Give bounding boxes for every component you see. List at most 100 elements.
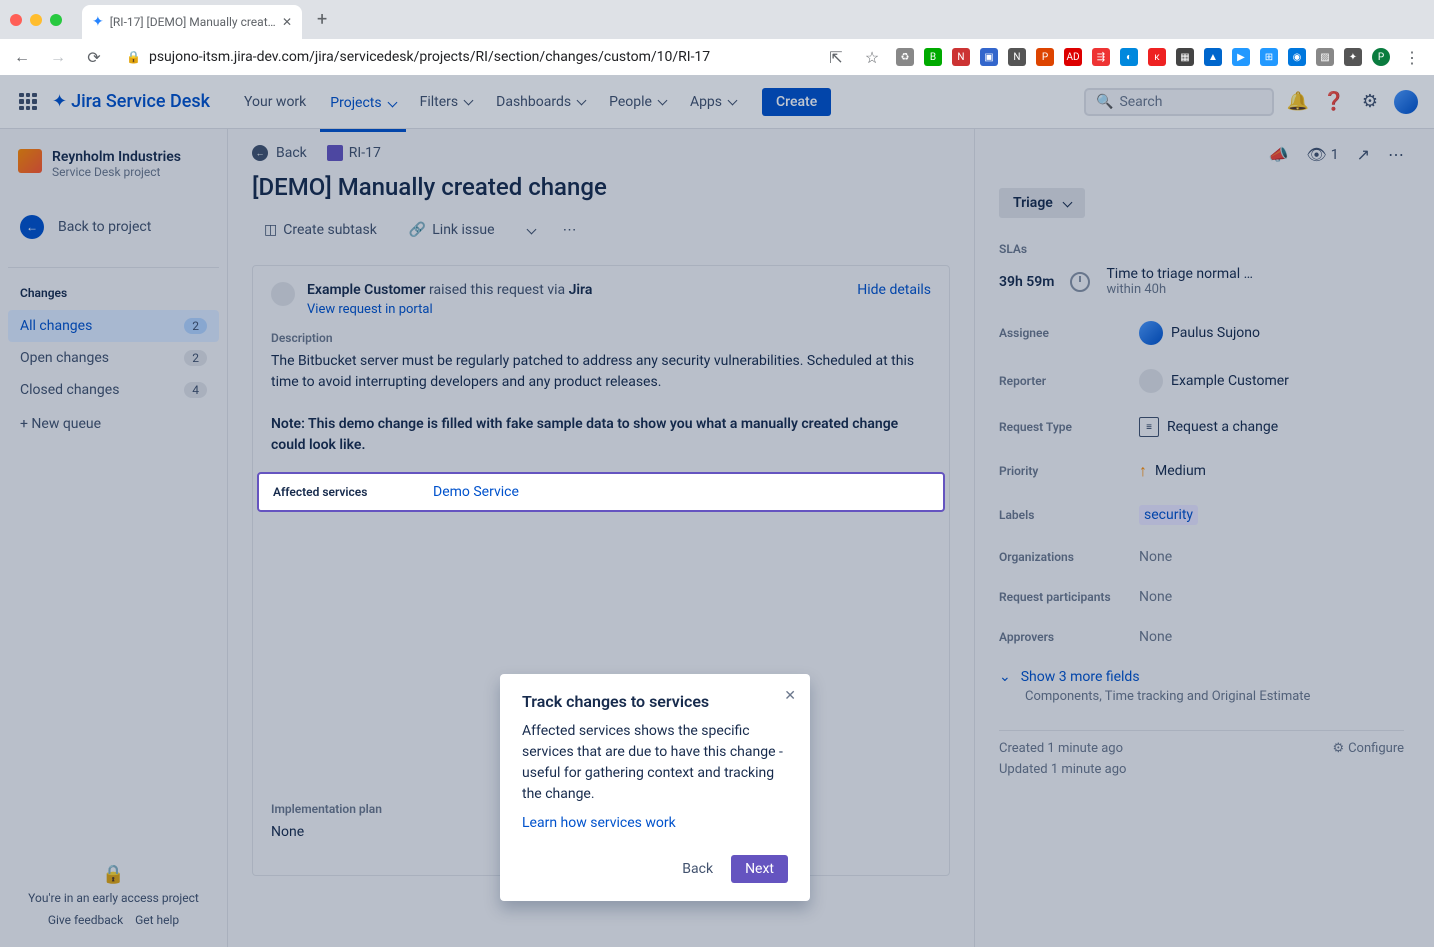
- reload-icon[interactable]: ⟳: [82, 48, 106, 67]
- sla-sub: within 40h: [1106, 282, 1253, 297]
- back-icon[interactable]: ←: [10, 47, 34, 67]
- settings-icon[interactable]: ⚙: [1358, 90, 1382, 114]
- priority-medium-icon: ↑: [1139, 461, 1147, 481]
- assignee-row[interactable]: Assignee Paulus Sujono: [999, 321, 1404, 345]
- affected-services-label: Affected services: [273, 485, 433, 499]
- extensions-puzzle-icon[interactable]: ✦: [1344, 48, 1362, 66]
- ext-icon[interactable]: ⇶: [1092, 48, 1110, 66]
- sla-time: 39h 59m: [999, 274, 1054, 290]
- spotlight-close-icon[interactable]: ✕: [784, 688, 796, 704]
- labels-row[interactable]: Labels security: [999, 505, 1404, 525]
- issue-content: ← Back RI-17 [DEMO] Manually created cha…: [228, 129, 974, 947]
- ext-icon[interactable]: ▣: [980, 48, 998, 66]
- nav-apps[interactable]: Apps: [680, 88, 746, 116]
- queue-all-changes[interactable]: All changes 2: [8, 310, 219, 342]
- spotlight-learn-link[interactable]: Learn how services work: [522, 815, 788, 831]
- share-icon[interactable]: ↗: [1357, 145, 1370, 164]
- ext-icon[interactable]: ⊞: [1260, 48, 1278, 66]
- ext-icon[interactable]: ▦: [1176, 48, 1194, 66]
- issue-title[interactable]: [DEMO] Manually created change: [252, 173, 950, 201]
- help-icon[interactable]: ❓: [1322, 90, 1346, 114]
- request-type-row[interactable]: Request Type ≡Request a change: [999, 417, 1404, 437]
- approvers-row[interactable]: Approvers None: [999, 629, 1404, 645]
- open-external-icon[interactable]: ⇱: [824, 48, 848, 67]
- more-icon[interactable]: ⋯: [1388, 145, 1404, 164]
- new-tab-button[interactable]: +: [317, 9, 327, 30]
- ext-icon[interactable]: ▲: [1204, 48, 1222, 66]
- priority-row[interactable]: Priority ↑Medium: [999, 461, 1404, 481]
- organizations-row[interactable]: Organizations None: [999, 549, 1404, 565]
- more-actions-button[interactable]: ⋯: [553, 215, 587, 245]
- affected-services-row[interactable]: Affected services Demo Service: [257, 472, 945, 512]
- nav-people[interactable]: People: [599, 88, 676, 116]
- product-logo[interactable]: ✦ Jira Service Desk: [52, 91, 210, 112]
- issue-key-link[interactable]: RI-17: [327, 145, 381, 161]
- back-arrow-icon: ←: [20, 215, 44, 239]
- nav-right: 🔍 Search 🔔 ❓ ⚙: [1084, 88, 1418, 116]
- show-more-sub: Components, Time tracking and Original E…: [1025, 689, 1404, 704]
- nav-filters[interactable]: Filters: [410, 88, 483, 116]
- reporter-row[interactable]: Reporter Example Customer: [999, 369, 1404, 393]
- ext-icon[interactable]: AD: [1064, 48, 1082, 66]
- affected-service-link[interactable]: Demo Service: [433, 484, 519, 500]
- watch-button[interactable]: 👁 1: [1306, 145, 1338, 164]
- nav-your-work[interactable]: Your work: [234, 88, 316, 116]
- created-text: Created 1 minute ago: [999, 741, 1123, 756]
- create-button[interactable]: Create: [762, 88, 831, 116]
- ext-icon[interactable]: ▶: [1232, 48, 1250, 66]
- nav-links: Your work Projects Filters Dashboards Pe…: [234, 88, 746, 116]
- ext-icon[interactable]: N: [1008, 48, 1026, 66]
- view-portal-link[interactable]: View request in portal: [307, 302, 845, 317]
- ext-icon[interactable]: N: [952, 48, 970, 66]
- create-subtask-button[interactable]: ◫ Create subtask: [252, 215, 389, 245]
- queue-open-changes[interactable]: Open changes 2: [8, 342, 219, 374]
- ext-icon[interactable]: B: [924, 48, 942, 66]
- ext-icon[interactable]: ♻: [896, 48, 914, 66]
- spotlight-back-button[interactable]: Back: [674, 855, 721, 883]
- ext-icon[interactable]: P: [1036, 48, 1054, 66]
- participants-row[interactable]: Request participants None: [999, 589, 1404, 605]
- tab-bar: ✦ [RI-17] [DEMO] Manually creat… ✕ +: [0, 0, 1434, 39]
- link-dropdown-button[interactable]: [515, 215, 545, 245]
- configure-link[interactable]: ⚙ Configure: [1332, 741, 1404, 756]
- maximize-window-button[interactable]: [50, 14, 62, 26]
- get-help-link[interactable]: Get help: [135, 913, 179, 927]
- nav-dashboards[interactable]: Dashboards: [486, 88, 595, 116]
- queue-closed-changes[interactable]: Closed changes 4: [8, 374, 219, 406]
- ext-icon[interactable]: ◐: [1120, 48, 1138, 66]
- updated-text: Updated 1 minute ago: [999, 762, 1126, 777]
- tab-close-icon[interactable]: ✕: [282, 15, 292, 29]
- nav-projects[interactable]: Projects: [320, 88, 405, 132]
- spotlight-next-button[interactable]: Next: [731, 855, 788, 883]
- give-feedback-link[interactable]: Give feedback: [48, 913, 123, 927]
- ext-icon[interactable]: κ: [1148, 48, 1166, 66]
- show-more-fields[interactable]: ⌄ Show 3 more fields: [999, 669, 1404, 685]
- browser-menu-icon[interactable]: ⋮: [1400, 48, 1424, 67]
- sidebar: Reynholm Industries Service Desk project…: [0, 129, 228, 947]
- description-value[interactable]: The Bitbucket server must be regularly p…: [271, 351, 931, 456]
- hide-details-link[interactable]: Hide details: [857, 282, 931, 298]
- feedback-icon[interactable]: 📣: [1268, 145, 1288, 164]
- status-dropdown[interactable]: Triage: [999, 188, 1085, 218]
- tab-favicon-icon: ✦: [92, 14, 104, 30]
- link-issue-button[interactable]: 🔗 Link issue: [397, 215, 507, 245]
- divider: [8, 267, 219, 268]
- browser-tab[interactable]: ✦ [RI-17] [DEMO] Manually creat… ✕: [82, 5, 302, 39]
- star-icon[interactable]: ☆: [860, 48, 884, 67]
- profile-avatar-icon[interactable]: P: [1372, 48, 1390, 66]
- spotlight-title: Track changes to services: [522, 692, 788, 711]
- close-window-button[interactable]: [10, 14, 22, 26]
- url-text: psujono-itsm.jira-dev.com/jira/servicede…: [149, 49, 710, 65]
- app-switcher-icon[interactable]: [16, 90, 40, 114]
- profile-avatar[interactable]: [1394, 90, 1418, 114]
- ext-icon[interactable]: ◉: [1288, 48, 1306, 66]
- new-queue-link[interactable]: + New queue: [8, 406, 219, 442]
- search-input[interactable]: 🔍 Search: [1084, 88, 1274, 116]
- back-to-project-link[interactable]: ← Back to project: [8, 205, 219, 249]
- ext-icon[interactable]: ▨: [1316, 48, 1334, 66]
- back-link[interactable]: ← Back: [252, 145, 307, 161]
- url-input[interactable]: 🔒 psujono-itsm.jira-dev.com/jira/service…: [118, 49, 812, 65]
- label-chip[interactable]: security: [1139, 505, 1198, 525]
- notifications-icon[interactable]: 🔔: [1286, 90, 1310, 114]
- minimize-window-button[interactable]: [30, 14, 42, 26]
